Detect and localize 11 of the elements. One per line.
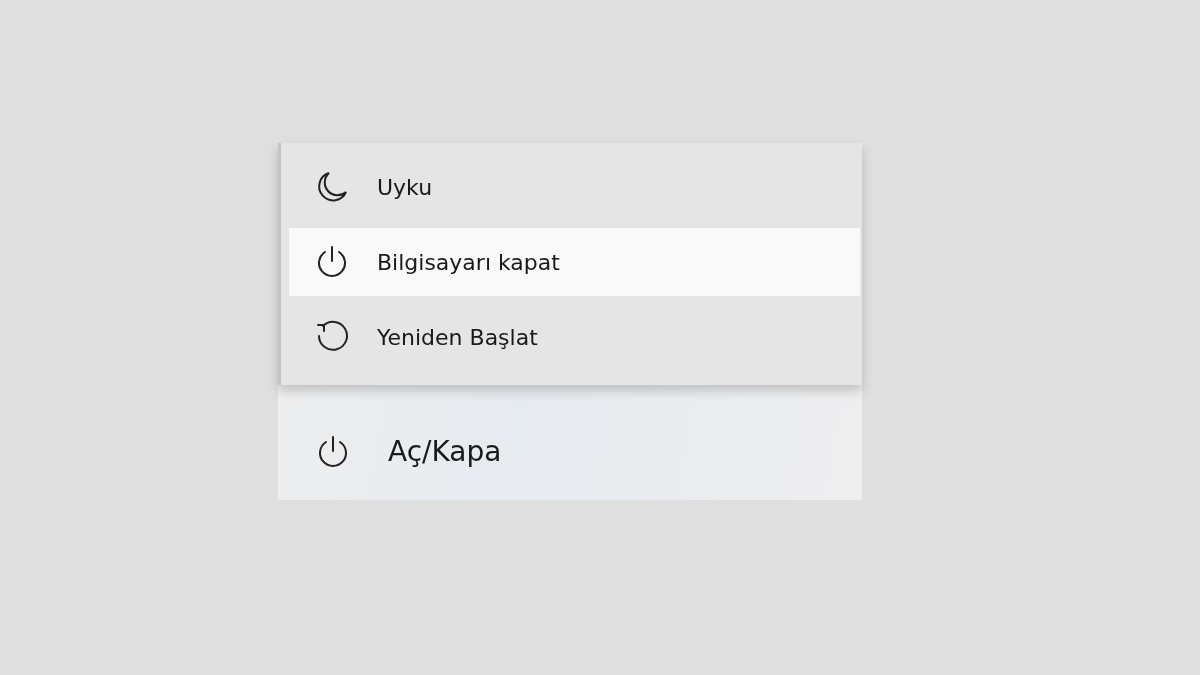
power-icon	[316, 434, 350, 469]
menu-item-label: Uyku	[377, 174, 433, 200]
menu-item-label: Yeniden Başlat	[377, 324, 538, 350]
menu-item-label: Bilgisayarı kapat	[377, 249, 560, 275]
menu-item[interactable]: Uyku	[289, 153, 860, 221]
menu-item[interactable]: Yeniden Başlat	[289, 303, 860, 371]
restart-icon	[315, 320, 349, 354]
menu-item[interactable]: Bilgisayarı kapat	[289, 228, 860, 296]
power-button-label[interactable]: Aç/Kapa	[388, 435, 502, 468]
moon-icon	[315, 170, 349, 204]
power-icon	[315, 245, 349, 279]
